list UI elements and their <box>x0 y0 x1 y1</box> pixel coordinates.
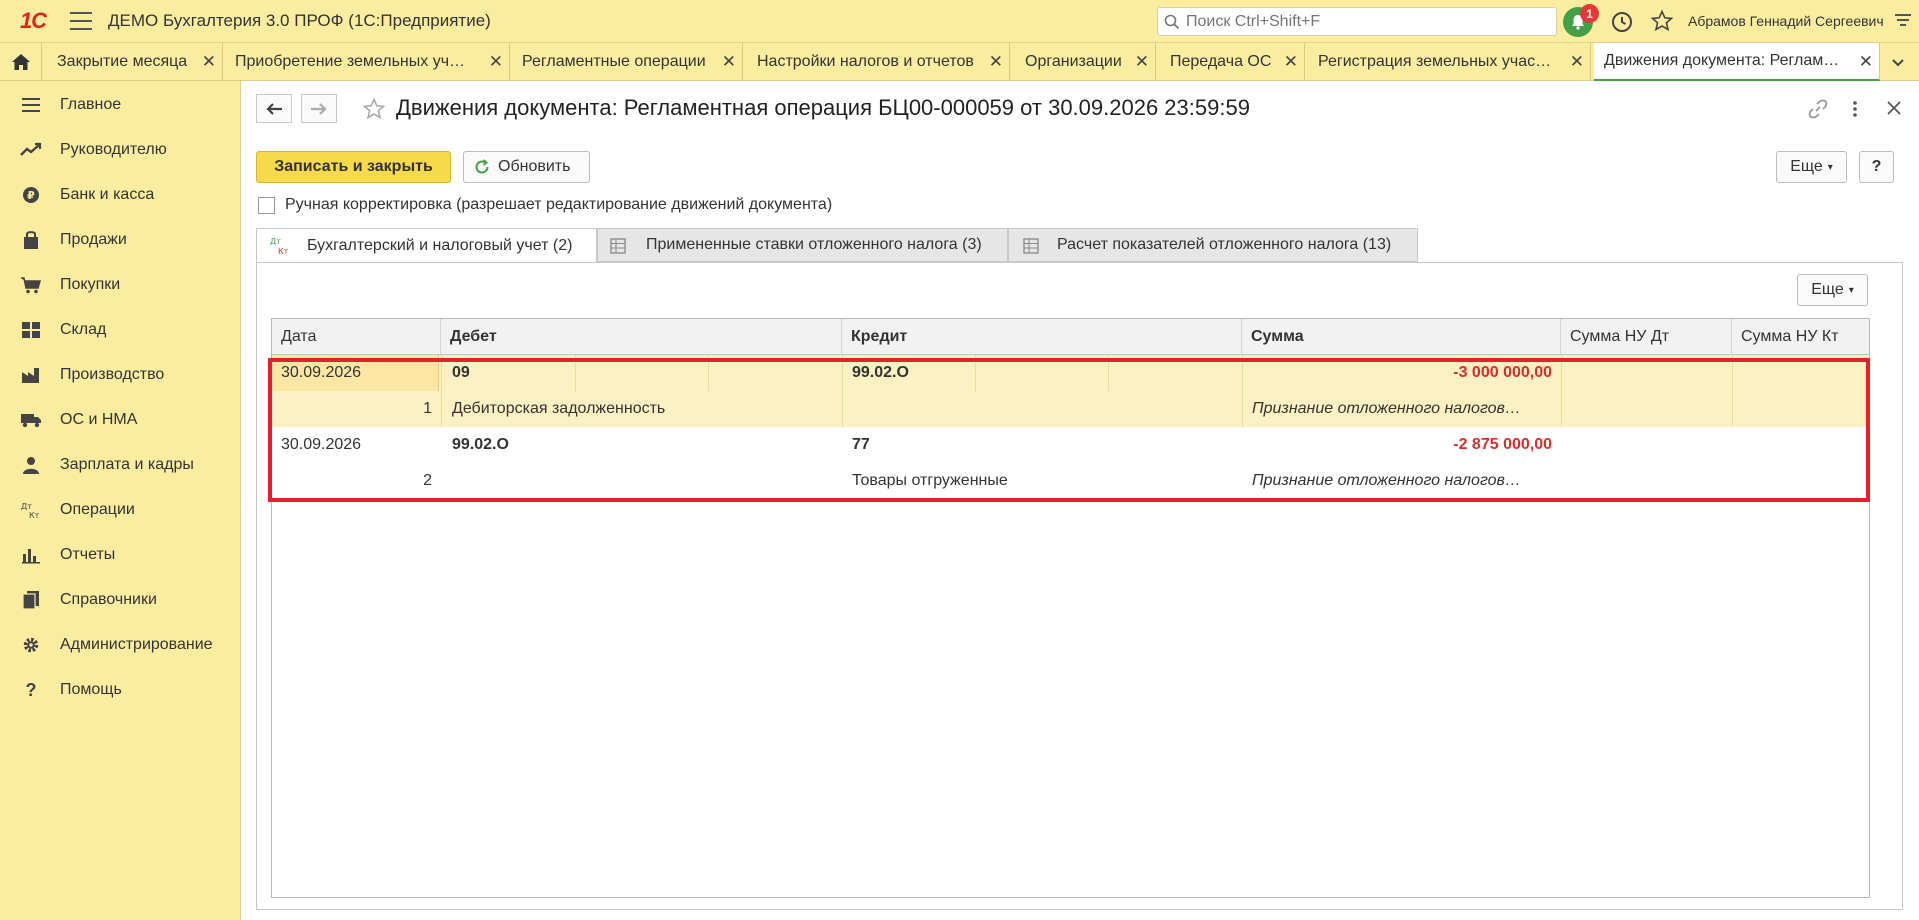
arrow-right-icon <box>311 102 327 115</box>
tab-asset-transfer[interactable]: Передача ОС ✕ <box>1160 43 1305 81</box>
sidebar-item-references[interactable]: Справочники <box>0 580 241 620</box>
home-tab[interactable] <box>0 43 42 81</box>
close-icon[interactable]: ✕ <box>722 52 736 72</box>
app-title: ДЕМО Бухгалтерия 3.0 ПРОФ (1С:Предприяти… <box>108 11 491 30</box>
save-close-button[interactable]: Записать и закрыть <box>256 151 451 183</box>
close-icon[interactable]: ✕ <box>1284 52 1298 72</box>
sidebar-item-operations[interactable]: Дт Кт Операции <box>0 490 241 530</box>
tab-organizations[interactable]: Организации ✕ <box>1015 43 1156 81</box>
tab-document-movements[interactable]: Движения документа: Реглам… ✕ <box>1594 43 1880 81</box>
sidebar-item-purchases[interactable]: Покупки <box>0 265 241 305</box>
svg-text:₽: ₽ <box>27 189 35 202</box>
favorite-star-icon[interactable] <box>362 97 386 121</box>
sidebar-item-bank[interactable]: ₽ Банк и касса <box>0 175 241 215</box>
chevron-down-icon[interactable] <box>1890 54 1906 70</box>
more-button[interactable]: Еще ▾ <box>1776 151 1847 183</box>
sidebar-item-fixed-assets[interactable]: ОС и НМА <box>0 400 241 440</box>
history-icon[interactable] <box>1610 10 1634 34</box>
tab-land-acquisition[interactable]: Приобретение земельных уч… ✕ <box>225 43 510 81</box>
column-sum-nu-dt[interactable]: Сумма НУ Дт <box>1561 319 1732 355</box>
factory-icon <box>20 365 42 385</box>
close-icon[interactable] <box>1884 98 1904 118</box>
close-icon[interactable]: ✕ <box>1859 52 1873 72</box>
user-name[interactable]: Абрамов Геннадий Сергеевич <box>1688 13 1884 29</box>
column-credit[interactable]: Кредит <box>842 319 1242 355</box>
manual-edit-checkbox-row[interactable]: Ручная корректировка (разрешает редактир… <box>258 196 832 214</box>
close-icon[interactable]: ✕ <box>1135 52 1149 72</box>
bag-icon <box>20 230 42 250</box>
sidebar-item-manager[interactable]: Руководителю <box>0 130 241 170</box>
tab-tax-settings[interactable]: Настройки налогов и отчетов ✕ <box>747 43 1010 81</box>
forward-button[interactable] <box>301 94 337 123</box>
grid-more-button[interactable]: Еще ▾ <box>1797 274 1868 306</box>
sidebar-item-salary[interactable]: Зарплата и кадры <box>0 445 241 485</box>
tab-land-registration[interactable]: Регистрация земельных учас… ✕ <box>1308 43 1591 81</box>
sidebar-item-help[interactable]: ? Помощь <box>0 670 241 710</box>
close-icon[interactable]: ✕ <box>202 52 216 72</box>
trend-icon <box>20 140 42 160</box>
column-date[interactable]: Дата <box>272 319 441 355</box>
help-button[interactable]: ? <box>1859 151 1894 183</box>
home-icon <box>11 54 30 70</box>
arrow-left-icon <box>266 102 282 115</box>
column-sum-nu-kt[interactable]: Сумма НУ Кт <box>1732 319 1869 355</box>
svg-text:Дт: Дт <box>21 502 32 511</box>
svg-text:Кт: Кт <box>29 511 40 519</box>
column-debit[interactable]: Дебет <box>441 319 842 355</box>
close-icon[interactable]: ✕ <box>489 52 503 72</box>
more-vertical-icon[interactable] <box>1850 99 1860 119</box>
tab-deferred-tax-calc[interactable]: Расчет показателей отложенного налога (1… <box>1008 228 1418 262</box>
cart-icon <box>20 275 42 295</box>
sidebar: Главное Руководителю ₽ Банк и касса Прод… <box>0 81 241 920</box>
back-button[interactable] <box>256 94 292 123</box>
sidebar-item-admin[interactable]: Администрирование <box>0 625 241 665</box>
warehouse-icon <box>20 320 42 340</box>
coin-icon: ₽ <box>20 185 42 205</box>
menu-icon <box>20 95 42 115</box>
bar-chart-icon <box>20 545 42 565</box>
table-icon <box>610 238 626 259</box>
app-logo[interactable]: 1С <box>8 6 58 36</box>
truck-icon <box>20 410 42 430</box>
tab-deferred-tax-rates[interactable]: Примененные ставки отложенного налога (3… <box>597 228 1008 262</box>
manual-edit-checkbox[interactable] <box>258 196 275 214</box>
sidebar-item-sales[interactable]: Продажи <box>0 220 241 260</box>
gear-icon <box>20 635 42 655</box>
refresh-icon <box>475 159 489 174</box>
dt-kt-icon: Дт Кт <box>269 235 293 257</box>
svg-text:Дт: Дт <box>270 237 281 246</box>
column-sum[interactable]: Сумма <box>1242 319 1561 355</box>
main-menu-icon[interactable] <box>70 12 92 30</box>
notifications-badge: 1 <box>1580 4 1599 23</box>
sidebar-item-main[interactable]: Главное <box>0 85 241 125</box>
sidebar-item-reports[interactable]: Отчеты <box>0 535 241 575</box>
close-icon[interactable]: ✕ <box>1570 52 1584 72</box>
open-tabs-bar: Закрытие месяца ✕ Приобретение земельных … <box>0 43 1919 81</box>
page-title: Движения документа: Регламентная операци… <box>396 95 1250 120</box>
highlight-annotation <box>268 358 1870 502</box>
question-icon: ? <box>25 679 37 700</box>
filter-settings-icon[interactable] <box>1893 11 1913 31</box>
link-icon[interactable] <box>1808 99 1828 119</box>
close-icon[interactable]: ✕ <box>989 52 1003 72</box>
search-input[interactable] <box>1184 11 1544 32</box>
table-icon <box>1023 238 1039 259</box>
tab-accounting-tax[interactable]: Дт Кт Бухгалтерский и налоговый учет (2) <box>256 228 597 263</box>
search-box[interactable] <box>1157 7 1557 36</box>
chevron-down-icon: ▾ <box>1848 284 1854 296</box>
favorites-star-icon[interactable] <box>1650 9 1674 33</box>
sidebar-item-production[interactable]: Производство <box>0 355 241 395</box>
search-icon <box>1164 14 1180 29</box>
table-header: Дата Дебет Кредит Сумма Сумма НУ Дт Сумм… <box>272 319 1869 355</box>
refresh-button[interactable]: Обновить <box>463 151 590 183</box>
chevron-down-icon: ▾ <box>1827 161 1833 173</box>
book-icon <box>20 590 42 610</box>
svg-text:Кт: Кт <box>278 247 289 256</box>
person-icon <box>20 455 42 475</box>
manual-edit-label: Ручная корректировка (разрешает редактир… <box>285 196 833 213</box>
sidebar-item-warehouse[interactable]: Склад <box>0 310 241 350</box>
tab-routine-operations[interactable]: Регламентные операции ✕ <box>512 43 743 81</box>
dt-kt-icon: Дт Кт <box>20 500 42 520</box>
tab-close-month[interactable]: Закрытие месяца ✕ <box>47 43 223 81</box>
